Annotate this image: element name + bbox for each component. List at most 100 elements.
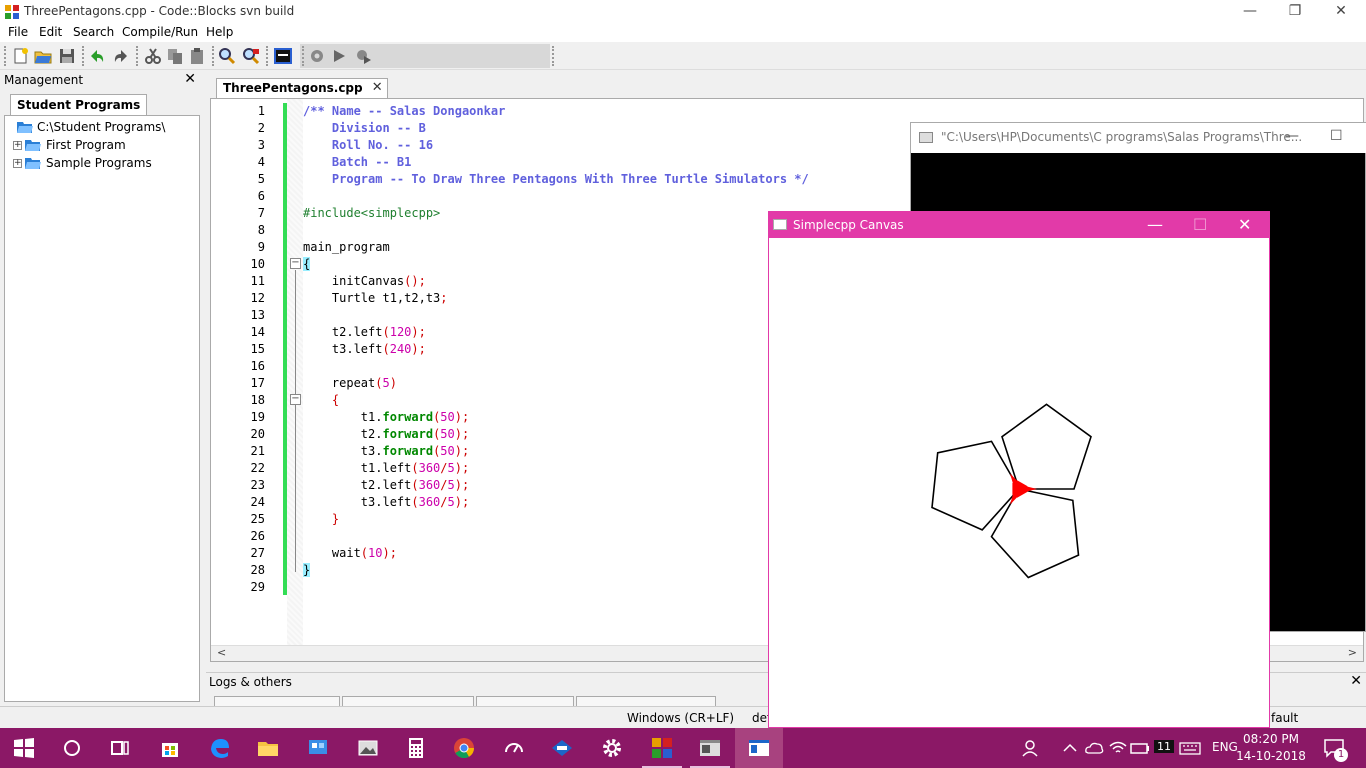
log-tab[interactable]	[476, 696, 574, 706]
search-icon[interactable]	[60, 736, 84, 760]
code-line[interactable]: t1.left(360/5);	[303, 460, 469, 477]
language-indicator[interactable]: ENG	[1212, 740, 1238, 754]
console-maximize-button[interactable]: ☐	[1330, 128, 1343, 144]
redo-icon[interactable]	[112, 47, 130, 65]
file-explorer-icon[interactable]	[256, 736, 280, 760]
toolbar-grip[interactable]	[4, 46, 7, 66]
code-line[interactable]: }	[303, 511, 339, 528]
speedometer-icon[interactable]	[502, 736, 526, 760]
code-line[interactable]: t2.left(360/5);	[303, 477, 469, 494]
calculator-icon[interactable]	[404, 736, 428, 760]
new-file-icon[interactable]	[12, 47, 30, 65]
settings-gear-icon[interactable]	[600, 736, 624, 760]
tab-close-icon[interactable]: ✕	[372, 80, 383, 95]
photos-app-icon[interactable]	[356, 736, 380, 760]
tab-student-programs[interactable]: Student Programs	[10, 94, 148, 115]
menu-help[interactable]: Help	[206, 25, 233, 39]
console-taskbar-icon[interactable]	[698, 736, 722, 760]
simplecpp-canvas-window[interactable]: Simplecpp Canvas — ☐ ✕	[768, 211, 1270, 728]
undo-icon[interactable]	[88, 47, 106, 65]
fold-toggle-icon[interactable]: −	[290, 258, 301, 269]
restore-button[interactable]: ❐	[1272, 0, 1318, 24]
toolbar-grip[interactable]	[212, 46, 215, 66]
windows-start-icon[interactable]	[12, 736, 36, 760]
menu-search[interactable]: Search	[73, 25, 114, 39]
battery-icon[interactable]	[1128, 736, 1152, 760]
onedrive-icon[interactable]	[1082, 736, 1106, 760]
paste-icon[interactable]	[188, 47, 206, 65]
close-button[interactable]: ✕	[1318, 0, 1364, 24]
fold-toggle-icon[interactable]: −	[290, 394, 301, 405]
toolbar-grip[interactable]	[82, 46, 85, 66]
find-icon[interactable]	[218, 47, 236, 65]
code-line[interactable]: t1.forward(50);	[303, 409, 469, 426]
canvas-maximize-button[interactable]: ☐	[1193, 215, 1207, 234]
console-title-bar[interactable]: "C:\Users\HP\Documents\C programs\Salas …	[911, 123, 1366, 153]
canvas-minimize-button[interactable]: —	[1147, 215, 1163, 234]
expand-icon[interactable]: +	[13, 141, 22, 150]
show-hidden-icons-icon[interactable]	[1058, 736, 1082, 760]
code-line[interactable]: {	[303, 256, 311, 273]
scroll-right-icon[interactable]: >	[1348, 646, 1357, 659]
console-toggle-icon[interactable]	[274, 47, 292, 65]
toolbar-grip[interactable]	[302, 46, 305, 66]
code-line[interactable]: main_program	[303, 239, 390, 256]
canvas-close-button[interactable]: ✕	[1238, 215, 1251, 234]
code-line[interactable]: Batch -- B1	[303, 154, 411, 171]
build-run-icon[interactable]	[354, 47, 372, 65]
code-line[interactable]: Roll No. -- 16	[303, 137, 433, 154]
logs-close-button[interactable]: ✕	[1350, 673, 1362, 689]
store-icon[interactable]	[158, 736, 182, 760]
people-icon[interactable]	[1020, 736, 1044, 760]
menu-compile-run[interactable]: Compile/Run	[122, 25, 198, 39]
code-line[interactable]: /** Name -- Salas Dongaonkar	[303, 103, 505, 120]
code-line[interactable]: #include<simplecpp>	[303, 205, 440, 222]
app-blue-icon[interactable]	[550, 736, 574, 760]
code-line[interactable]: Turtle t1,t2,t3;	[303, 290, 448, 307]
minimize-button[interactable]: —	[1227, 0, 1273, 24]
code-line[interactable]: t3.left(360/5);	[303, 494, 469, 511]
log-tab[interactable]	[342, 696, 474, 706]
toolbar-grip[interactable]	[552, 46, 555, 66]
find-replace-icon[interactable]	[242, 47, 260, 65]
code-line[interactable]: Division -- B	[303, 120, 426, 137]
save-icon[interactable]	[58, 47, 76, 65]
edge-icon[interactable]	[208, 736, 232, 760]
code-line[interactable]: initCanvas();	[303, 273, 426, 290]
console-minimize-button[interactable]: —	[1285, 128, 1299, 144]
log-tab[interactable]	[214, 696, 340, 706]
toolbar-grip[interactable]	[136, 46, 139, 66]
open-file-icon[interactable]	[34, 47, 52, 65]
run-icon[interactable]	[330, 47, 348, 65]
tray-badge[interactable]: 11	[1154, 740, 1174, 753]
code-line[interactable]: repeat(5)	[303, 375, 397, 392]
clock[interactable]: 08:20 PM 14-10-2018	[1236, 731, 1306, 765]
task-view-icon[interactable]	[108, 736, 132, 760]
scroll-left-icon[interactable]: <	[217, 646, 226, 659]
management-close-button[interactable]: ✕	[184, 71, 196, 87]
log-tab[interactable]	[576, 696, 716, 706]
copy-icon[interactable]	[166, 47, 184, 65]
keyboard-icon[interactable]	[1178, 736, 1202, 760]
canvas-taskbar-icon[interactable]	[747, 736, 771, 760]
code-line[interactable]: t3.forward(50);	[303, 443, 469, 460]
canvas-title-bar[interactable]: Simplecpp Canvas — ☐ ✕	[769, 212, 1269, 238]
toolbar-grip[interactable]	[266, 46, 269, 66]
expand-icon[interactable]: +	[13, 159, 22, 168]
turtle-drawing-area[interactable]	[769, 238, 1269, 727]
menu-file[interactable]: File	[8, 25, 28, 39]
codeblocks-taskbar-icon[interactable]	[650, 736, 674, 760]
build-gear-icon[interactable]	[308, 47, 326, 65]
menu-edit[interactable]: Edit	[39, 25, 62, 39]
cut-icon[interactable]	[144, 47, 162, 65]
code-line[interactable]: }	[303, 562, 311, 579]
code-line[interactable]: {	[303, 392, 339, 409]
code-line[interactable]: wait(10);	[303, 545, 397, 562]
wifi-icon[interactable]	[1106, 736, 1130, 760]
code-line[interactable]: t2.left(120);	[303, 324, 426, 341]
tab-three-pentagons[interactable]: ThreePentagons.cpp ✕	[216, 78, 388, 98]
chrome-icon[interactable]	[452, 736, 476, 760]
control-panel-icon[interactable]	[306, 736, 330, 760]
code-line[interactable]: t3.left(240);	[303, 341, 426, 358]
code-line[interactable]: t2.forward(50);	[303, 426, 469, 443]
